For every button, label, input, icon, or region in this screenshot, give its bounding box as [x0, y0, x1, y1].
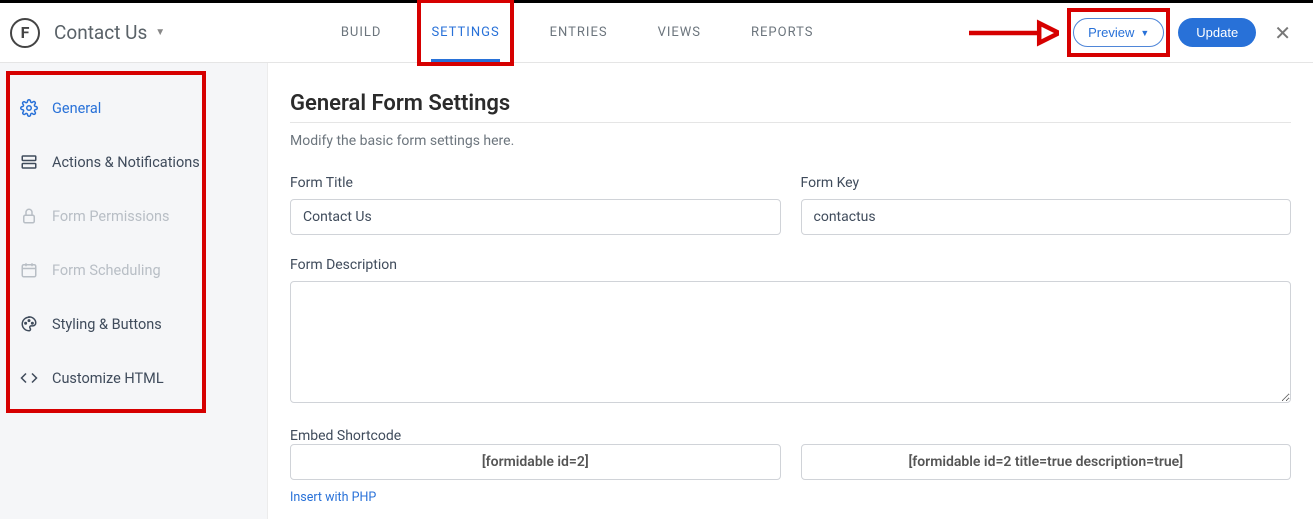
palette-icon	[20, 315, 38, 333]
sidebar-item-label: Styling & Buttons	[52, 316, 162, 333]
sidebar-item-actions[interactable]: Actions & Notifications	[0, 135, 267, 189]
annotation-arrow-icon	[969, 18, 1059, 48]
form-title-input[interactable]	[290, 199, 781, 235]
sidebar-item-label: General	[52, 100, 101, 117]
nav-views[interactable]: VIEWS	[658, 3, 701, 62]
form-key-label: Form Key	[801, 175, 1292, 191]
sidebar-item-label: Customize HTML	[52, 370, 164, 387]
sidebar-item-styling[interactable]: Styling & Buttons	[0, 297, 267, 351]
page-title: General Form Settings	[290, 91, 1291, 116]
update-button[interactable]: Update	[1178, 18, 1256, 47]
sidebar-item-label: Form Scheduling	[52, 262, 161, 279]
app-logo-icon: F	[10, 18, 40, 48]
form-title-label: Form Title	[290, 175, 781, 191]
sidebar-item-label: Form Permissions	[52, 208, 170, 225]
main-nav: BUILD SETTINGS ENTRIES VIEWS REPORTS	[341, 3, 814, 62]
settings-sidebar: General Actions & Notifications Form Per…	[0, 63, 268, 519]
header: F Contact Us ▼ BUILD SETTINGS ENTRIES VI…	[0, 3, 1313, 63]
embed-shortcode-label: Embed Shortcode	[290, 428, 401, 444]
form-description-label: Form Description	[290, 257, 1291, 273]
form-selector-label: Contact Us	[54, 21, 147, 44]
caret-down-icon: ▼	[1140, 28, 1149, 38]
shortcode-1-input[interactable]	[290, 444, 781, 480]
nav-settings[interactable]: SETTINGS	[431, 3, 499, 62]
gear-icon	[20, 99, 38, 117]
lock-icon	[20, 207, 38, 225]
sidebar-item-scheduling[interactable]: Form Scheduling	[0, 243, 267, 297]
nav-build[interactable]: BUILD	[341, 3, 382, 62]
preview-button[interactable]: Preview ▼	[1073, 18, 1164, 47]
page-subtitle: Modify the basic form settings here.	[290, 133, 1291, 149]
nav-reports[interactable]: REPORTS	[751, 3, 813, 62]
preview-button-label: Preview	[1088, 25, 1134, 40]
layers-icon	[20, 153, 38, 171]
close-icon[interactable]: ✕	[1270, 21, 1295, 45]
insert-php-link[interactable]: Insert with PHP	[290, 490, 376, 505]
nav-entries[interactable]: ENTRIES	[550, 3, 608, 62]
code-icon	[20, 369, 38, 387]
sidebar-item-label: Actions & Notifications	[52, 154, 200, 171]
form-description-input[interactable]	[290, 281, 1291, 403]
sidebar-item-general[interactable]: General	[0, 81, 267, 135]
shortcode-2-input[interactable]	[801, 444, 1292, 480]
sidebar-item-permissions[interactable]: Form Permissions	[0, 189, 267, 243]
form-key-input[interactable]	[801, 199, 1292, 235]
calendar-icon	[20, 261, 38, 279]
form-selector[interactable]: Contact Us ▼	[54, 21, 165, 44]
main-content: General Form Settings Modify the basic f…	[268, 63, 1313, 519]
sidebar-item-customize-html[interactable]: Customize HTML	[0, 351, 267, 405]
caret-down-icon: ▼	[155, 27, 165, 38]
